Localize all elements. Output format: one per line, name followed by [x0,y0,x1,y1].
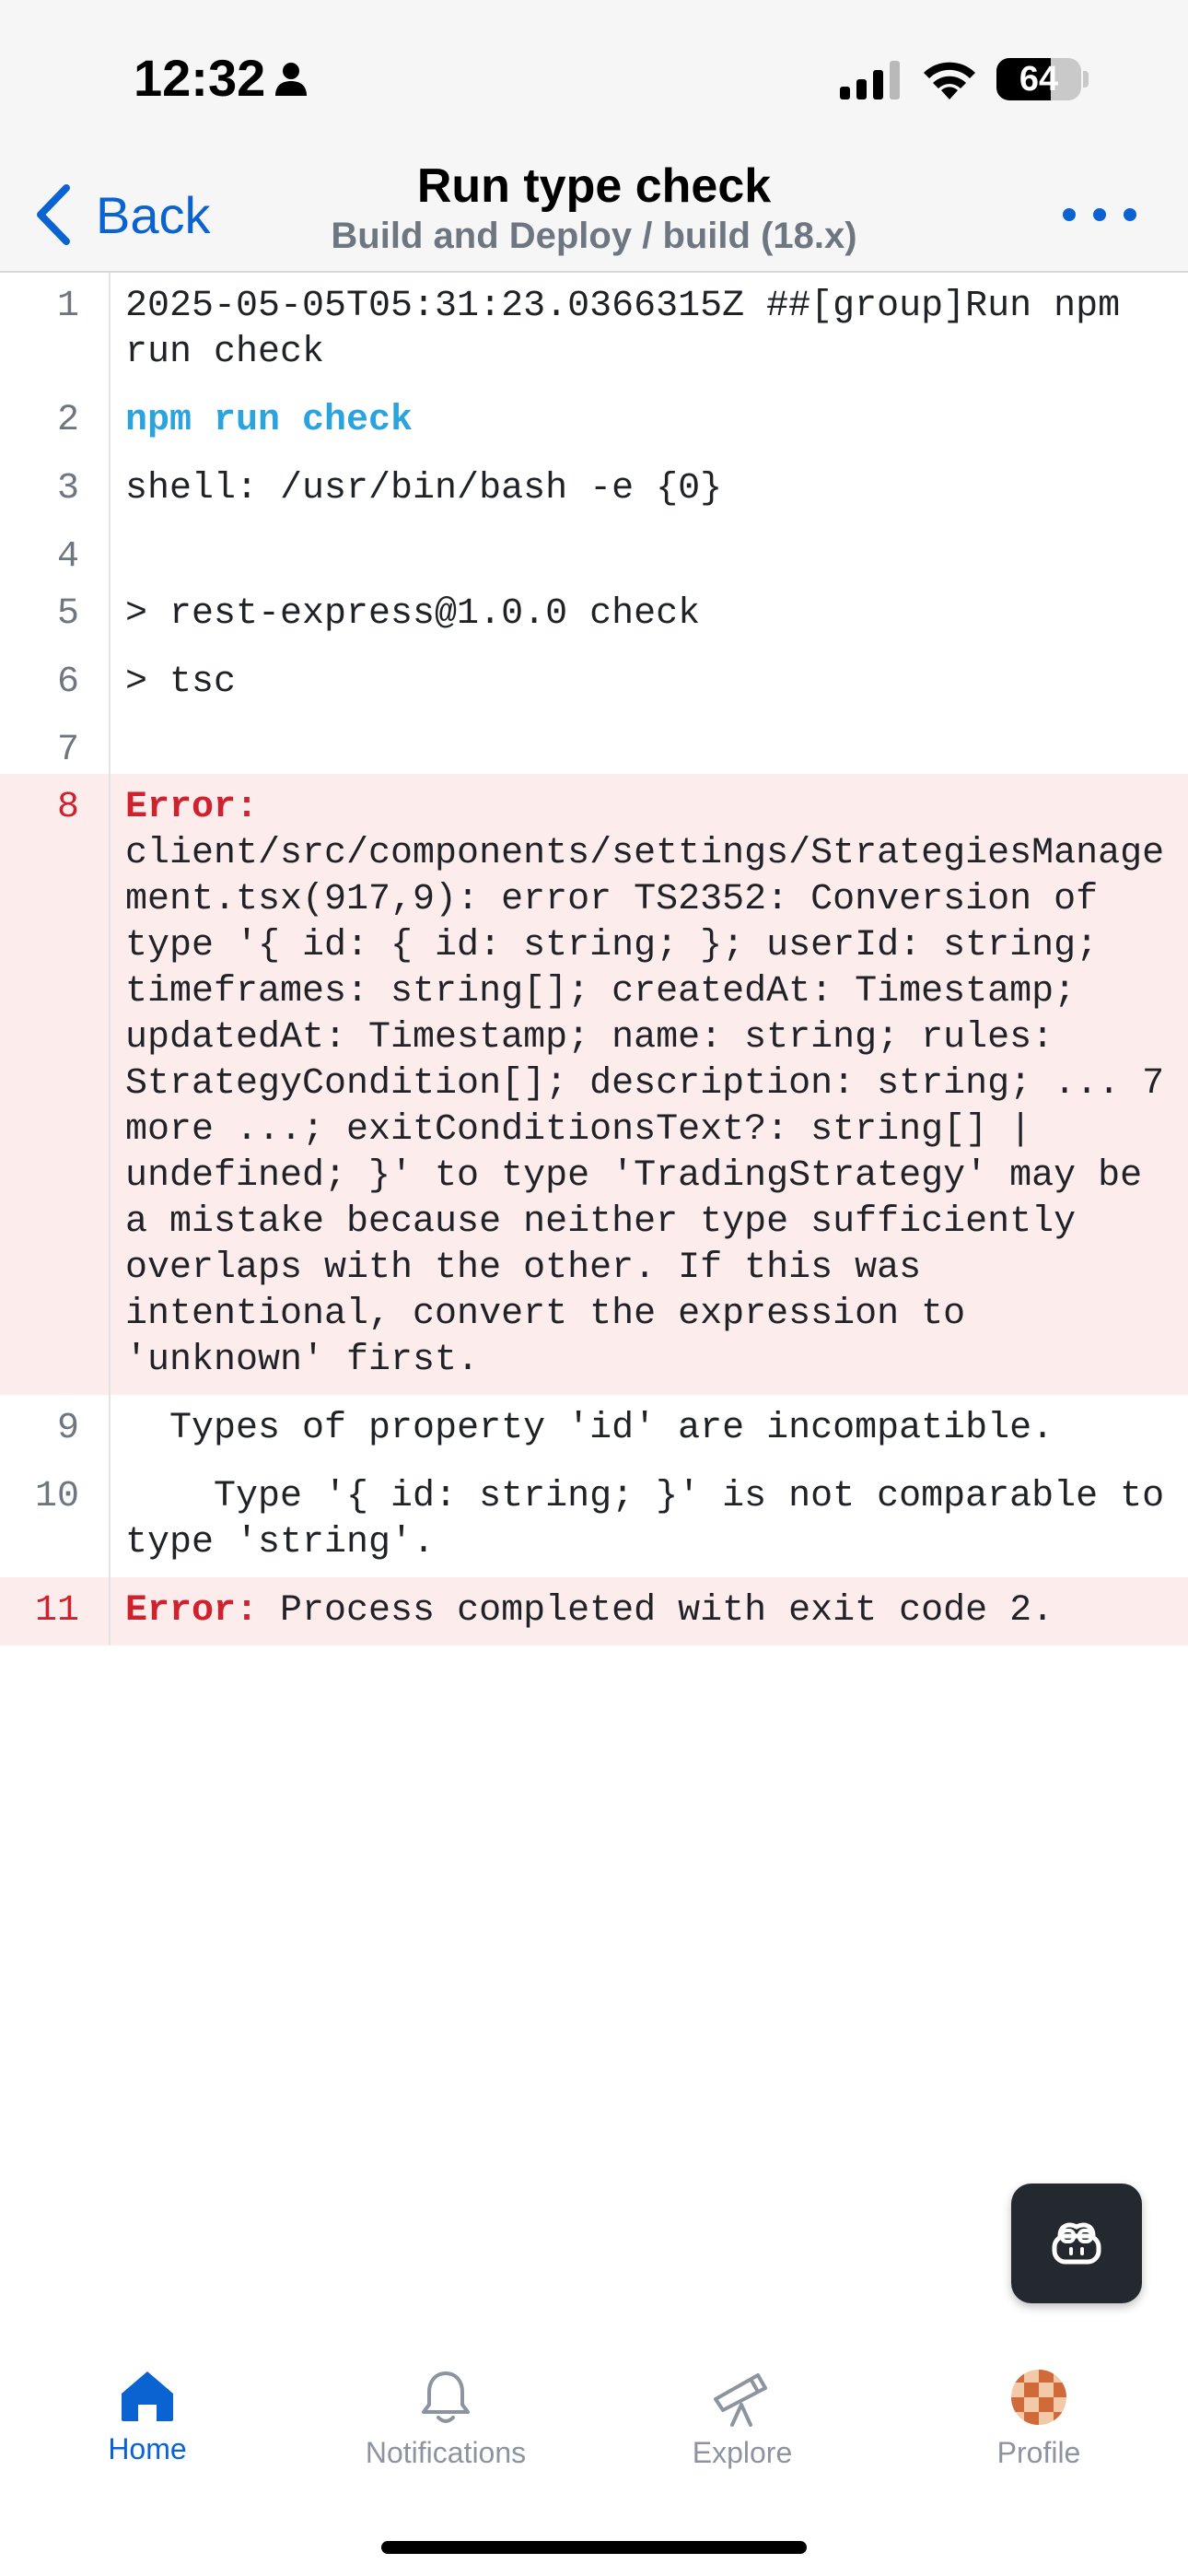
line-number: 3 [0,455,111,523]
line-number: 8 [0,774,111,1395]
log-line: 6 > tsc [0,649,1188,717]
log-output[interactable]: 1 2025-05-05T05:31:23.0366315Z ##[group]… [0,273,1188,1645]
log-line-error: 8 Error: client/src/components/settings/… [0,774,1188,1395]
page-subtitle: Build and Deploy / build (18.x) [331,216,857,256]
tab-profile[interactable]: Profile [919,2368,1159,2497]
error-message: Process completed with exit code 2. [258,1590,1054,1632]
tab-explore[interactable]: Explore [623,2368,862,2497]
error-message: client/src/components/settings/Strategie… [125,787,1187,1381]
log-command-text: npm run check [125,400,413,441]
wifi-icon [924,62,975,100]
page-title: Run type check [416,159,772,213]
line-number: 4 [0,523,111,580]
log-text: shell: /usr/bin/bash -e {0} [125,468,723,509]
log-text: Type '{ id: string; }' is not comparable… [125,1476,1187,1563]
log-text [111,717,1188,774]
log-error-text: Error: Process completed with exit code … [111,1577,1188,1645]
log-line: 3 shell: /usr/bin/bash -e {0} [0,455,1188,523]
battery-percent: 64 [1019,60,1059,99]
more-options-button[interactable] [1063,193,1136,236]
telescope-icon [714,2373,767,2427]
line-number: 2 [0,387,111,455]
more-horizontal-icon [1124,208,1136,221]
log-text: > tsc [125,662,237,703]
person-icon [275,63,307,96]
status-bar: 12:32 64 [0,0,1188,157]
log-line: 9 Types of property 'id' are incompatibl… [0,1395,1188,1463]
log-line: 10 Type '{ id: string; }' is not compara… [0,1463,1188,1577]
home-indicator [381,2541,807,2554]
avatar-icon [1011,2370,1066,2425]
tab-label: Home [108,2432,187,2465]
copilot-button[interactable] [1011,2184,1142,2303]
battery-icon: 64 [996,58,1081,100]
line-number: 7 [0,717,111,774]
log-error-text: Error: client/src/components/settings/St… [111,774,1188,1395]
tab-label: Explore [692,2436,793,2469]
log-text: 2025-05-05T05:31:23.0366315Z ##[group]Ru… [125,286,1143,373]
tab-label: Notifications [365,2436,527,2469]
home-icon [122,2371,173,2421]
log-text: > rest-express@1.0.0 check [125,593,701,635]
tab-home[interactable]: Home [28,2368,267,2497]
copilot-icon [1052,2222,1101,2265]
line-number: 11 [0,1577,111,1645]
bell-icon [422,2371,470,2423]
error-prefix: Error: [125,787,259,828]
more-horizontal-icon [1063,208,1076,221]
log-text [111,523,1188,580]
error-prefix: Error: [125,1590,259,1632]
line-number: 1 [0,273,111,387]
log-line: 1 2025-05-05T05:31:23.0366315Z ##[group]… [0,273,1188,387]
log-line: 4 [0,523,1188,580]
log-text: Types of property 'id' are incompatible. [125,1408,1054,1449]
log-line: 7 [0,717,1188,774]
line-number: 6 [0,649,111,717]
navigation-bar: Back Run type check Build and Deploy / b… [0,157,1188,273]
cellular-signal-icon [840,61,900,100]
line-number: 10 [0,1463,111,1577]
more-horizontal-icon [1093,208,1106,221]
line-number: 9 [0,1395,111,1463]
tab-label: Profile [996,2436,1081,2469]
log-line: 5 > rest-express@1.0.0 check [0,580,1188,649]
line-number: 5 [0,580,111,649]
battery-cap [1083,71,1089,88]
tab-notifications[interactable]: Notifications [326,2368,565,2497]
log-line: 2 npm run check [0,387,1188,455]
log-line-error: 11 Error: Process completed with exit co… [0,1577,1188,1645]
status-time: 12:32 [134,49,266,107]
